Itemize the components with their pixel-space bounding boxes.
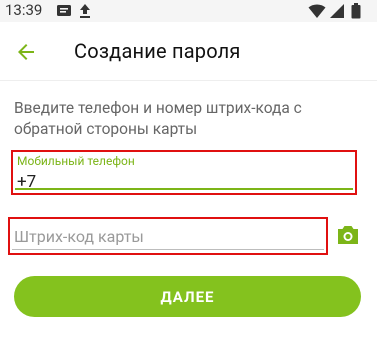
phone-field-underline xyxy=(15,188,353,190)
status-bar: 13:39 xyxy=(0,0,377,22)
status-time: 13:39 xyxy=(5,1,43,19)
wifi-icon xyxy=(308,3,326,23)
message-icon xyxy=(56,3,72,23)
signal-icon xyxy=(329,3,345,23)
battery-icon xyxy=(351,3,361,23)
camera-icon[interactable] xyxy=(336,225,360,245)
phone-field[interactable]: Мобильный телефон +7 xyxy=(11,150,357,195)
phone-field-label: Мобильный телефон xyxy=(17,154,135,168)
barcode-field[interactable] xyxy=(8,217,328,255)
barcode-input[interactable] xyxy=(14,225,314,247)
page-title: Создание пароля xyxy=(74,39,241,63)
barcode-field-underline xyxy=(12,249,324,250)
app-toolbar: Создание пароля xyxy=(0,22,377,81)
next-button[interactable]: ДАЛЕЕ xyxy=(14,276,361,317)
upload-icon xyxy=(78,3,92,23)
instructions-text: Введите телефон и номер штрих-кода с обр… xyxy=(14,99,302,138)
arrow-left-icon[interactable] xyxy=(14,40,38,64)
